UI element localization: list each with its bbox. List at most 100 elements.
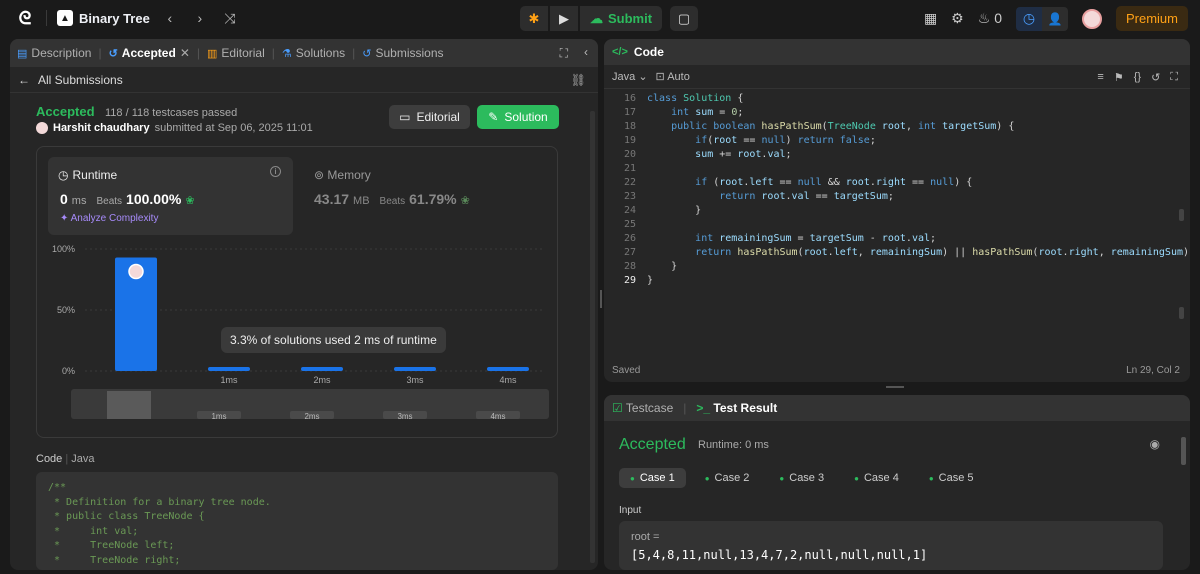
tab-testcase[interactable]: ☑ Testcase xyxy=(612,401,673,415)
tab-editorial[interactable]: ▥ Editorial xyxy=(200,46,272,60)
chart-bar[interactable] xyxy=(301,366,343,371)
case-tab-3[interactable]: ● Case 3 xyxy=(768,468,835,488)
chart-y-tick-label: 50% xyxy=(57,305,75,315)
language-select[interactable]: Java ⌄ xyxy=(612,70,648,83)
maximize-icon[interactable]: ⛶ xyxy=(560,46,568,61)
editor-scrollbar-thumb[interactable] xyxy=(1179,307,1184,319)
submitter-info: Harshit chaudhary submitted at Sep 06, 2… xyxy=(36,122,313,134)
close-icon[interactable]: ✕ xyxy=(180,46,190,60)
book-open-icon: ▭ xyxy=(399,110,411,124)
info-icon[interactable]: i xyxy=(270,166,281,177)
tab-description[interactable]: ▤ Description xyxy=(10,46,98,60)
chart-minimap-label: 4ms xyxy=(490,412,505,421)
tab-test-result[interactable]: >_ Test Result xyxy=(696,401,777,415)
chart-y-tick-label: 0% xyxy=(62,366,75,376)
vertical-splitter[interactable] xyxy=(600,290,602,308)
memory-card[interactable]: ⊚ Memory xyxy=(314,168,371,182)
timer-button[interactable]: ◷ xyxy=(1015,6,1042,31)
bug-icon: ✱ xyxy=(528,10,540,26)
layout-icon[interactable]: ▦ xyxy=(924,10,937,27)
pass-dot-icon: ● xyxy=(704,473,710,483)
solution-button[interactable]: ✎ Solution xyxy=(477,105,559,129)
pass-dot-icon: ● xyxy=(928,473,934,483)
format-icon[interactable]: ≡ xyxy=(1097,71,1103,84)
stopwatch-icon: ◷ xyxy=(1022,10,1036,26)
test-scrollbar[interactable] xyxy=(1181,437,1186,465)
case-tab-5[interactable]: ● Case 5 xyxy=(918,468,985,488)
chart-minimap-window xyxy=(107,391,151,419)
case-tab-2[interactable]: ● Case 2 xyxy=(694,468,761,488)
terminal-icon: >_ xyxy=(696,401,711,415)
run-button[interactable]: ▶ xyxy=(550,6,578,31)
chart-minimap-label: 3ms xyxy=(397,412,412,421)
memory-beats: 61.79% xyxy=(409,191,457,207)
history-icon: ↺ xyxy=(108,47,118,60)
chart-bar[interactable] xyxy=(487,366,529,371)
input-label: Input xyxy=(619,505,642,516)
user-plus-icon: 👤 xyxy=(1047,11,1063,26)
runtime-beats: 100.00% xyxy=(126,191,182,207)
submit-button[interactable]: ☁ Submit xyxy=(580,6,663,31)
all-submissions-link[interactable]: ← All Submissions ⛓ xyxy=(10,67,598,93)
chip-icon: ⊚ xyxy=(314,168,325,182)
testcases-passed: 118 / 118 testcases passed xyxy=(104,107,238,119)
problem-list-button[interactable]: ▲ Binary Tree xyxy=(57,10,150,26)
fullscreen-icon[interactable]: ⛶ xyxy=(1170,71,1178,84)
link-icon[interactable]: ⛓ xyxy=(571,73,586,87)
editor-scrollbar[interactable] xyxy=(1179,209,1184,221)
prev-problem-icon[interactable]: ‹ xyxy=(160,10,180,26)
notes-button[interactable]: ▢ xyxy=(670,6,699,31)
chart-bar[interactable] xyxy=(394,366,436,371)
stats-box: ◷ Runtime i 0 ms Beats 100.00% ❀ ✦ Analyz… xyxy=(36,146,558,438)
editorial-button[interactable]: ▭ Editorial xyxy=(389,105,470,129)
pass-dot-icon: ● xyxy=(779,473,785,483)
leetcode-logo-icon[interactable]: ᘓ xyxy=(14,7,36,29)
user-avatar xyxy=(36,122,48,134)
tab-solutions[interactable]: ⚗ Solutions xyxy=(275,46,352,60)
cloud-upload-icon: ☁ xyxy=(590,10,603,26)
collapse-icon[interactable]: ‹ xyxy=(584,45,588,59)
submission-status: Accepted xyxy=(36,104,95,119)
chevron-down-icon: ⌄ xyxy=(638,71,648,83)
case-tab-4[interactable]: ● Case 4 xyxy=(843,468,910,488)
input-value: [5,4,8,11,null,13,4,7,2,null,null,null,1… xyxy=(631,548,928,562)
sparkle-icon: ✦ xyxy=(60,213,69,224)
streak-counter[interactable]: ♨ 0 xyxy=(978,10,1002,27)
user-name[interactable]: Harshit chaudhary xyxy=(53,122,150,134)
debug-button[interactable]: ✱ xyxy=(520,6,548,31)
test-runtime: Runtime: 0 ms xyxy=(698,439,769,451)
bookmark-icon[interactable]: ⚑ xyxy=(1114,71,1124,84)
next-problem-icon[interactable]: › xyxy=(190,10,210,26)
gear-icon[interactable]: ⚙ xyxy=(951,10,964,27)
add-friend-button[interactable]: 👤 xyxy=(1041,6,1068,31)
code-panel: </> Code Java ⌄ ⊡ Auto ≡ ⚑ {} ↺ ⛶ 16 class… xyxy=(604,39,1190,382)
horizontal-splitter[interactable] xyxy=(886,386,904,388)
left-scrollbar[interactable] xyxy=(590,111,595,563)
pass-dot-icon: ● xyxy=(854,473,859,483)
leaf-icon: ❀ xyxy=(460,195,470,207)
reset-icon[interactable]: ↺ xyxy=(1151,71,1160,84)
note-icon: ▢ xyxy=(677,10,691,26)
braces-icon[interactable]: {} xyxy=(1134,71,1141,84)
chart-bar[interactable] xyxy=(208,366,250,371)
chart-tooltip: 3.3% of solutions used 2 ms of runtime xyxy=(221,327,446,353)
tab-submissions[interactable]: ↺ Submissions xyxy=(355,46,450,60)
chart-x-tick-label: 2ms xyxy=(313,375,331,385)
top-bar: ᘓ ▲ Binary Tree ‹ › ⤨ ✱ ▶ ☁ Submit ▢ ▦ ⚙ … xyxy=(0,0,1200,36)
edit-icon: ✎ xyxy=(488,110,499,124)
eye-icon[interactable]: ◉ xyxy=(1150,437,1160,451)
tab-accepted[interactable]: ↺ Accepted ✕ xyxy=(102,46,197,60)
runtime-card[interactable]: ◷ Runtime i 0 ms Beats 100.00% ❀ ✦ Analyz… xyxy=(48,157,293,235)
flask-icon: ⚗ xyxy=(281,47,292,60)
premium-button[interactable]: Premium xyxy=(1115,6,1188,31)
code-editor[interactable]: 16 class Solution { 17 int sum = 0; 18 pu… xyxy=(604,91,1190,361)
list-icon: ▲ xyxy=(57,10,73,26)
auto-mode-toggle[interactable]: ⊡ Auto xyxy=(656,70,690,83)
case-tab-1[interactable]: ● Case 1 xyxy=(619,468,686,488)
analyze-complexity-link[interactable]: ✦ Analyze Complexity xyxy=(60,213,158,224)
clock-icon: ↺ xyxy=(362,47,372,60)
left-tab-bar: ▤ Description | ↺ Accepted ✕ | ▥ Editorial |… xyxy=(10,39,598,67)
shuffle-icon[interactable]: ⤨ xyxy=(220,10,240,27)
avatar[interactable] xyxy=(1081,8,1102,29)
checkbox-icon: ☑ xyxy=(612,401,623,415)
